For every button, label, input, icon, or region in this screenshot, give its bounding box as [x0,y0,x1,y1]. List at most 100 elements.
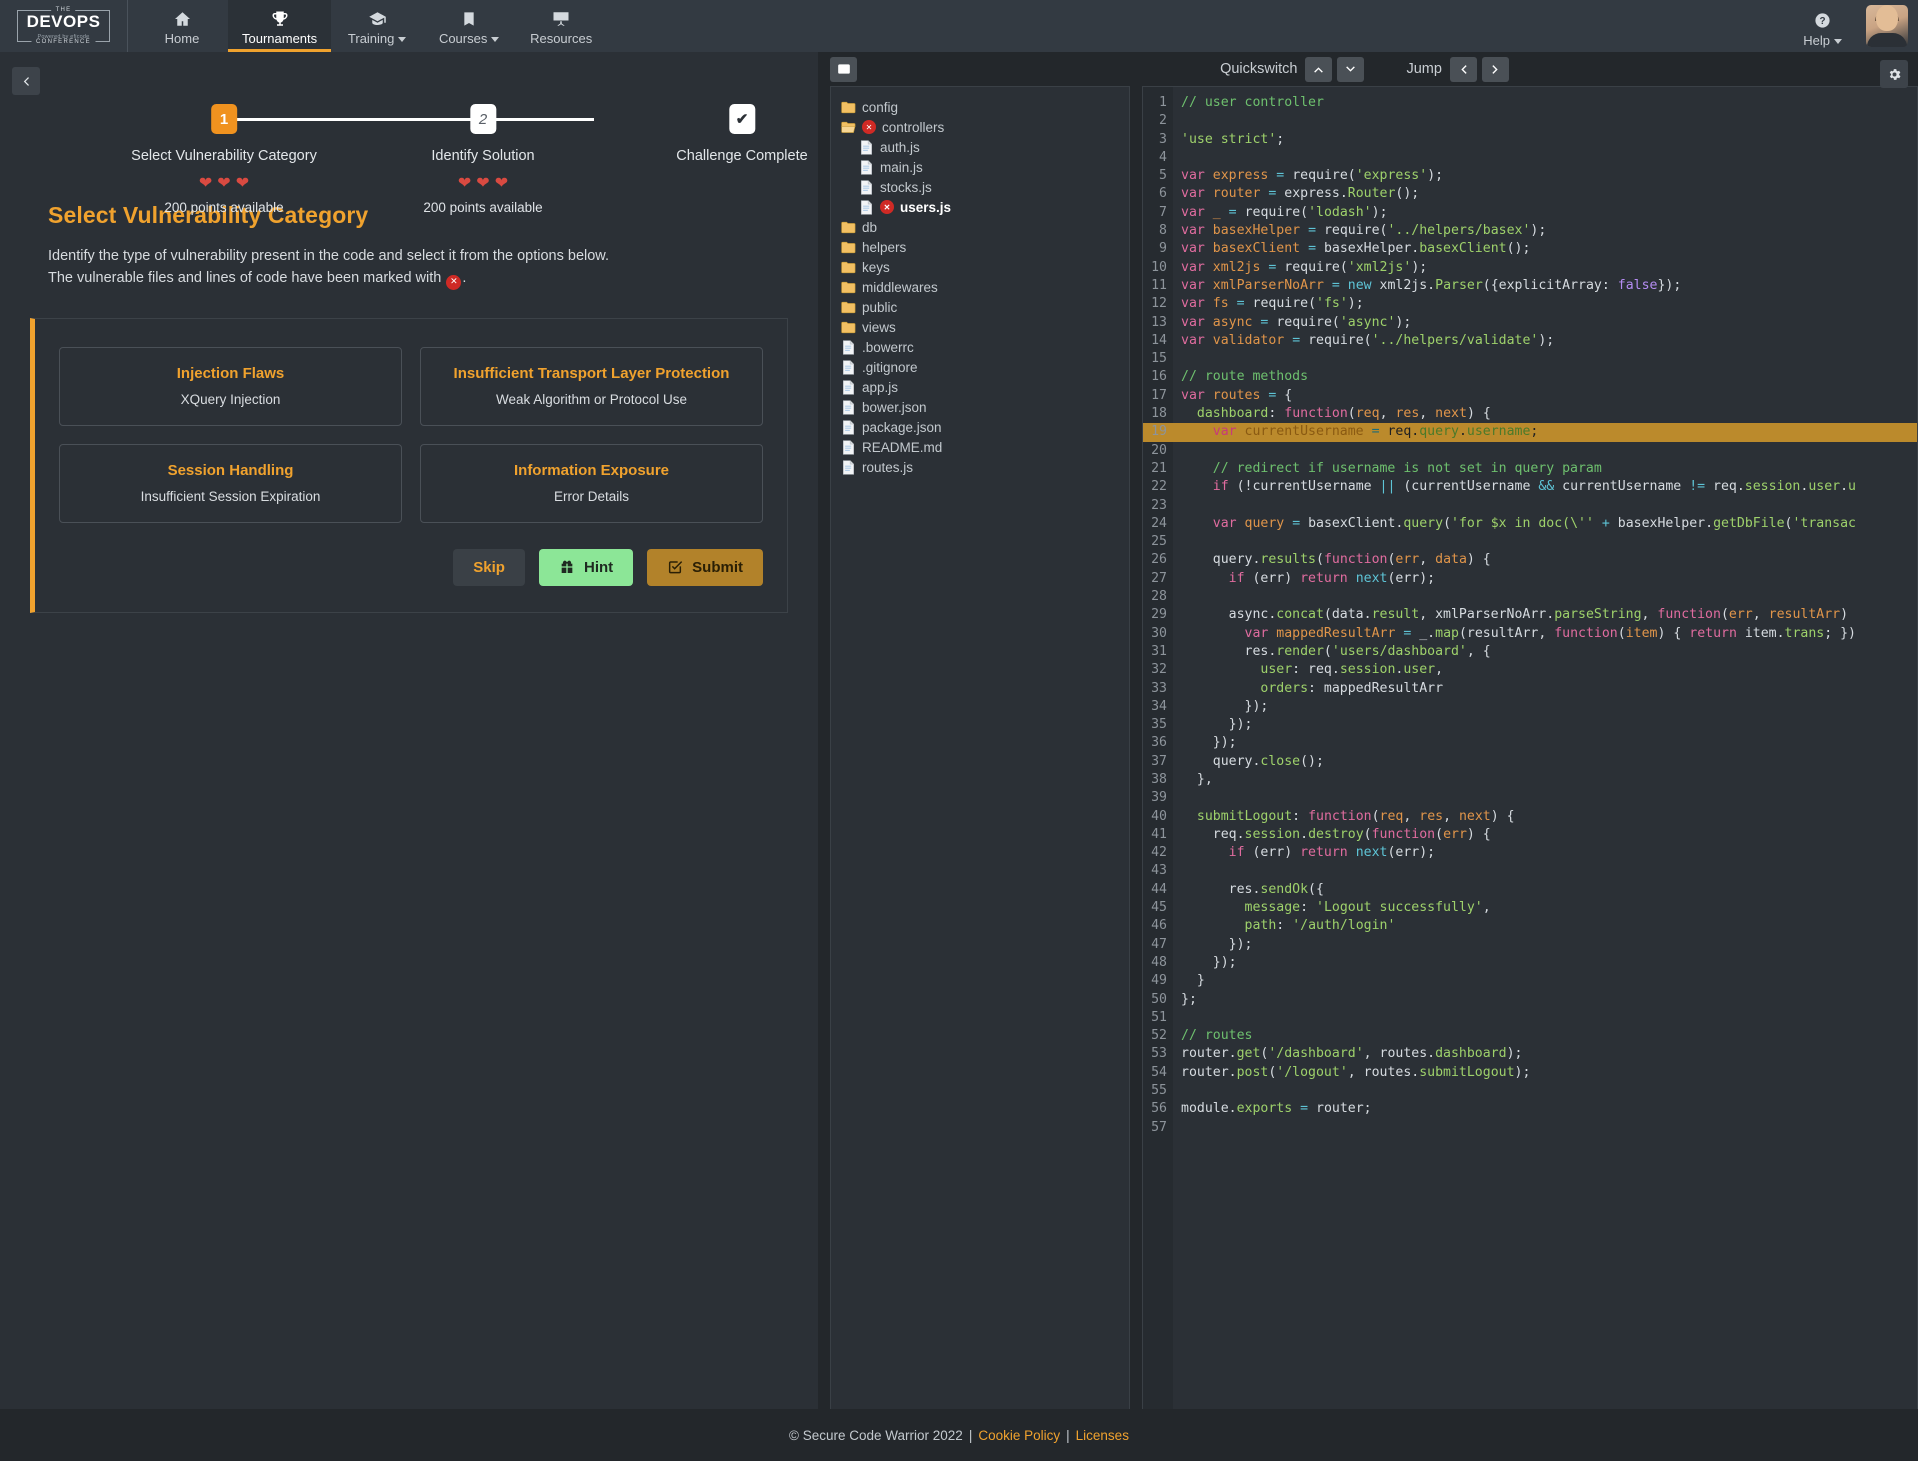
option-insufficient-transport-layer-protection[interactable]: Insufficient Transport Layer Protection … [420,347,763,426]
code-line: 38 }, [1143,771,1917,789]
tree-item-label: routes.js [862,460,913,475]
step-1-title: Select Vulnerability Category [131,148,317,164]
check-square-icon [667,559,683,575]
tree-item-controllers[interactable]: ✕controllers [831,117,1129,137]
code-explorer-panel: Quickswitch Jump [818,52,1918,1461]
code-line-text: var currentUsername = req.query.username… [1173,423,1538,441]
tree-item-db[interactable]: db [831,217,1129,237]
tree-item-helpers[interactable]: helpers [831,237,1129,257]
quickswitch-label: Quickswitch [1220,61,1297,77]
heart-icon: ❤ [458,176,471,192]
progress-step-3[interactable]: ✔ Challenge Complete [676,104,807,164]
back-button[interactable] [12,67,40,95]
code-line-number: 2 [1143,112,1173,130]
code-line-text [1173,442,1181,460]
tree-item-stocks-js[interactable]: stocks.js [831,177,1129,197]
tree-item-config[interactable]: config [831,97,1129,117]
code-line: 3'use strict'; [1143,131,1917,149]
code-line: 39 [1143,789,1917,807]
code-viewer[interactable]: 1// user controller23'use strict';45var … [1142,86,1918,1461]
tree-item-users-js[interactable]: ✕users.js [831,197,1129,217]
cookie-policy-link[interactable]: Cookie Policy [978,1428,1060,1443]
code-line-text: // routes [1173,1027,1252,1045]
progress-step-2[interactable]: 2 Identify Solution ❤ ❤ ❤ 200 points ava… [423,104,542,215]
skip-button[interactable]: Skip [453,549,525,586]
option-title: Insufficient Transport Layer Protection [431,365,752,382]
tree-item-routes-js[interactable]: routes.js [831,457,1129,477]
nav-item-tournaments[interactable]: Tournaments [228,0,331,52]
code-line-number: 17 [1143,387,1173,405]
chevron-down-icon [398,37,406,42]
code-line-number: 38 [1143,771,1173,789]
nav-item-resources[interactable]: Resources [515,0,607,52]
logo-the-text: THE [52,7,76,13]
option-subtitle: Weak Algorithm or Protocol Use [431,392,752,407]
user-avatar[interactable] [1866,5,1908,47]
quickswitch-up-button[interactable] [1305,57,1332,82]
code-line-text: if (err) return next(err); [1173,570,1435,588]
option-information-exposure[interactable]: Information Exposure Error Details [420,444,763,523]
tree-item-label: bower.json [862,400,927,415]
quickswitch-down-button[interactable] [1337,57,1364,82]
nav-item-courses[interactable]: Courses [423,0,515,52]
tree-item-readme-md[interactable]: README.md [831,437,1129,457]
code-line-number: 36 [1143,734,1173,752]
toggle-file-tree-button[interactable] [830,57,857,82]
settings-gear-button[interactable] [1880,60,1908,88]
tree-item-views[interactable]: views [831,317,1129,337]
code-line-number: 1 [1143,94,1173,112]
code-line-text: }); [1173,734,1237,752]
code-line-number: 34 [1143,698,1173,716]
code-line: 13var async = require('async'); [1143,314,1917,332]
tree-item-keys[interactable]: keys [831,257,1129,277]
code-line: 9var basexClient = basexHelper.basexClie… [1143,240,1917,258]
code-line-number: 55 [1143,1082,1173,1100]
code-line-number: 41 [1143,826,1173,844]
vulnerability-marker-icon: ✕ [446,275,461,290]
tree-item-public[interactable]: public [831,297,1129,317]
jump-next-button[interactable] [1482,57,1509,82]
tree-item-middlewares[interactable]: middlewares [831,277,1129,297]
code-line-number: 30 [1143,625,1173,643]
code-line: 42 if (err) return next(err); [1143,844,1917,862]
tree-item-label: auth.js [880,140,920,155]
progress-step-1[interactable]: 1 Select Vulnerability Category ❤ ❤ ❤ 20… [131,104,317,215]
code-line-text: var fs = require('fs'); [1173,295,1364,313]
footer-separator: | [969,1428,973,1443]
site-logo[interactable]: THE DEVOPS CONFERENCE Powered by eficode [0,0,128,52]
nav-item-home[interactable]: Home [136,0,228,52]
nav-label-courses: Courses [439,31,499,46]
jump-previous-button[interactable] [1450,57,1477,82]
option-session-handling[interactable]: Session Handling Insufficient Session Ex… [59,444,402,523]
submit-button[interactable]: Submit [647,549,763,586]
tree-item-main-js[interactable]: main.js [831,157,1129,177]
code-line-text: }); [1173,936,1252,954]
challenge-description: Identify the type of vulnerability prese… [48,245,770,290]
code-line-text: submitLogout: function(req, res, next) { [1173,808,1515,826]
tree-item-gitignore[interactable]: .gitignore [831,357,1129,377]
code-line-number: 39 [1143,789,1173,807]
submit-button-label: Submit [692,559,743,576]
tree-item-auth-js[interactable]: auth.js [831,137,1129,157]
tree-item-label: .gitignore [862,360,918,375]
licenses-link[interactable]: Licenses [1076,1428,1129,1443]
hint-button[interactable]: Hint [539,549,633,586]
tree-item-label: controllers [882,120,944,135]
tree-item-app-js[interactable]: app.js [831,377,1129,397]
code-line: 30 var mappedResultArr = _.map(resultArr… [1143,625,1917,643]
nav-item-help[interactable]: ? Help [1785,0,1860,52]
code-line-number: 56 [1143,1100,1173,1118]
file-icon [859,200,874,215]
file-tree[interactable]: config✕controllers auth.js main.jsstocks.j… [830,86,1130,1461]
code-line: 29 async.concat(data.result, xmlParserNo… [1143,606,1917,624]
folder-icon [841,300,856,315]
option-injection-flaws[interactable]: Injection Flaws XQuery Injection [59,347,402,426]
tree-item-bower-json[interactable]: bower.json [831,397,1129,417]
nav-item-training[interactable]: Training [331,0,423,52]
tree-item-bowerrc[interactable]: .bowerrc [831,337,1129,357]
svg-text:?: ? [1820,16,1826,27]
tree-item-package-json[interactable]: package.json [831,417,1129,437]
file-icon [859,160,874,175]
trophy-icon [271,8,289,29]
code-line-number: 21 [1143,460,1173,478]
